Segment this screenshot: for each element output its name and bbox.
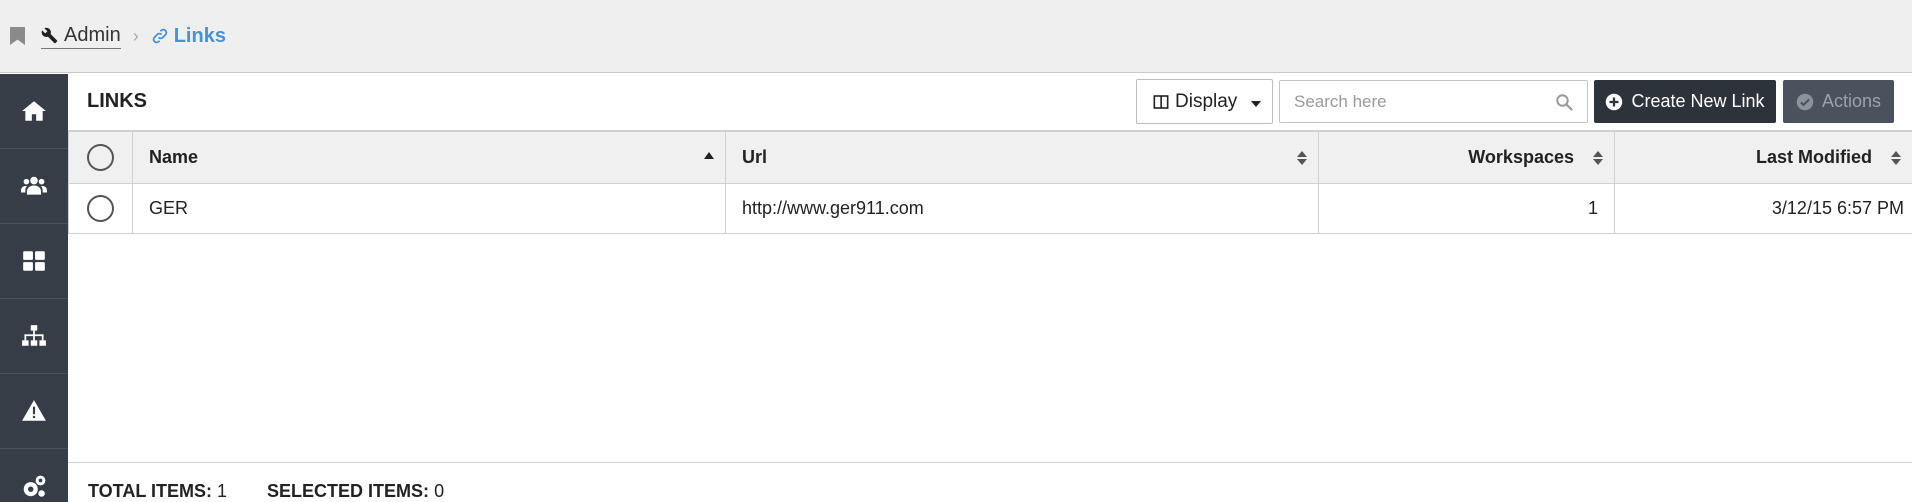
link-icon [152,28,167,44]
breadcrumb-admin-link[interactable]: Admin [41,24,121,49]
column-header-last-modified[interactable]: Last Modified [1614,131,1912,184]
selected-items-label: SELECTED ITEMS: [267,481,430,501]
column-header-label: Url [742,147,768,167]
bookmark-icon[interactable] [10,27,25,45]
breadcrumb-admin-label: Admin [64,23,121,46]
sidebar-item-home[interactable] [0,74,68,149]
sort-ascending-icon [704,152,714,159]
top-bar: Admin › Links [0,0,1912,73]
column-header-label: Last Modified [1756,147,1872,167]
dashboard-icon [23,251,45,271]
toolbar: LINKS Display Create New Link Actions [68,74,1912,131]
search-input[interactable] [1294,91,1555,112]
links-table: Name Url Workspaces Last Modified GER ht… [68,131,1912,234]
total-items-value: 1 [217,481,228,501]
breadcrumb-current-label: Links [173,24,226,47]
breadcrumb-current: Links [151,25,226,48]
main-panel: LINKS Display Create New Link Actions [68,74,1912,502]
wrench-icon [41,27,58,43]
select-all-cell [68,131,133,184]
sidebar-item-sitemap[interactable] [0,299,68,374]
sort-icon [1593,151,1603,166]
breadcrumb-separator: › [132,25,139,46]
table-footer: TOTAL ITEMS: 1 SELECTED ITEMS: 0 [68,462,1912,502]
sort-icon [1891,151,1901,166]
warning-icon [22,400,46,421]
row-select-cell [68,183,133,234]
plus-circle-icon [1606,93,1623,110]
search-box [1279,80,1588,123]
selected-items-value: 0 [434,481,445,501]
create-new-link-button[interactable]: Create New Link [1594,80,1776,123]
actions-button[interactable]: Actions [1783,80,1894,123]
sitemap-icon [22,325,46,346]
sidebar-item-alerts[interactable] [0,374,68,449]
caret-down-icon [1251,100,1262,107]
table-header-row: Name Url Workspaces Last Modified [68,131,1912,184]
page-title: LINKS [87,90,147,112]
gears-icon [23,475,46,497]
columns-icon [1153,94,1169,109]
column-header-name[interactable]: Name [132,131,726,184]
create-new-link-label: Create New Link [1631,91,1765,111]
cell-workspaces: 1 [1318,183,1615,234]
column-header-workspaces[interactable]: Workspaces [1318,131,1615,184]
display-label: Display [1175,90,1238,112]
cell-url: http://www.ger911.com [725,183,1319,234]
breadcrumb: Admin › Links [41,24,226,49]
actions-label: Actions [1821,91,1882,111]
home-icon [22,101,46,121]
column-header-label: Name [149,147,199,167]
sidebar [0,74,68,502]
cell-name: GER [132,183,726,234]
table-row[interactable]: GER http://www.ger911.com 1 3/12/15 6:57… [68,183,1912,234]
sidebar-item-settings[interactable] [0,449,68,502]
total-items-label: TOTAL ITEMS: [88,481,212,501]
search-icon[interactable] [1555,93,1573,111]
check-circle-icon [1796,93,1814,110]
total-items: TOTAL ITEMS: 1 [88,481,227,502]
sidebar-item-users[interactable] [0,149,68,224]
sidebar-item-dashboard[interactable] [0,224,68,299]
users-icon [21,176,47,195]
selected-items: SELECTED ITEMS: 0 [267,481,444,502]
row-select-radio[interactable] [87,195,114,222]
column-header-url[interactable]: Url [725,131,1319,184]
select-all-radio[interactable] [87,144,114,171]
column-header-label: Workspaces [1468,147,1574,167]
sort-icon [1297,151,1307,166]
display-dropdown-button[interactable]: Display [1136,79,1273,124]
cell-last-modified: 3/12/15 6:57 PM [1614,183,1912,234]
